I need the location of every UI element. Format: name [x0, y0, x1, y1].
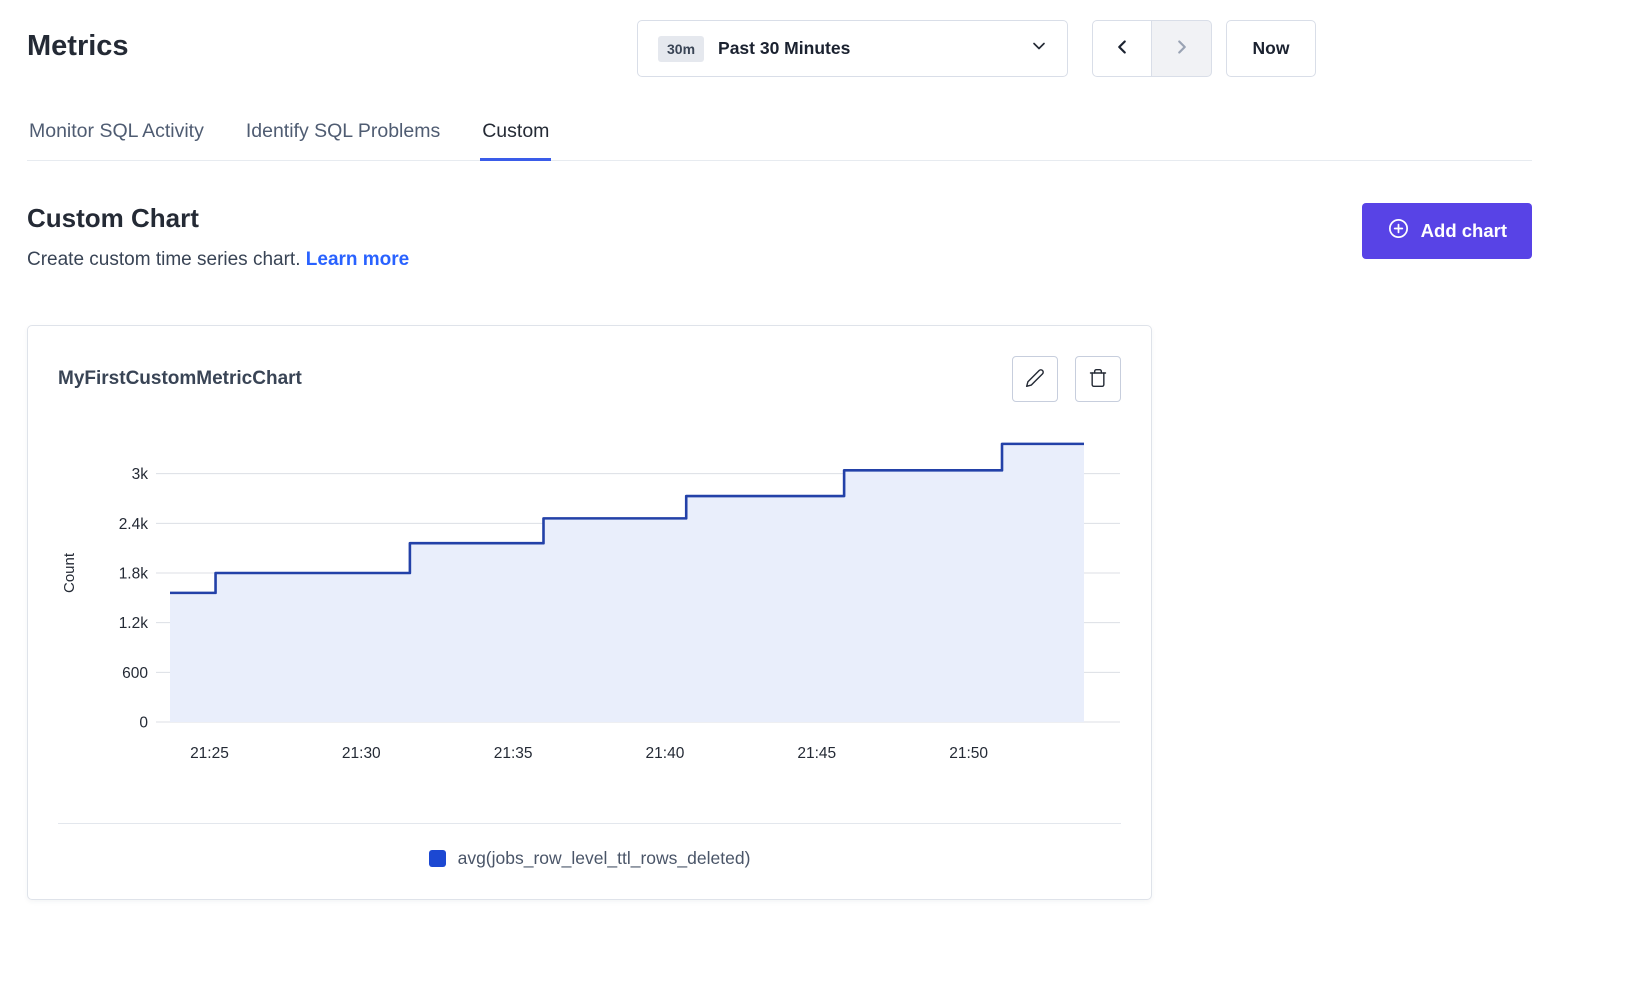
learn-more-link[interactable]: Learn more — [306, 249, 409, 270]
tab-custom[interactable]: Custom — [480, 114, 551, 160]
svg-text:3k: 3k — [132, 466, 149, 483]
delete-chart-button[interactable] — [1075, 356, 1121, 402]
svg-text:2.4k: 2.4k — [119, 516, 149, 533]
metrics-tabs: Monitor SQL Activity Identify SQL Proble… — [27, 114, 1532, 161]
svg-text:21:25: 21:25 — [190, 745, 229, 762]
legend-label: avg(jobs_row_level_ttl_rows_deleted) — [458, 848, 751, 869]
add-chart-button[interactable]: Add chart — [1362, 203, 1532, 259]
svg-text:0: 0 — [139, 715, 148, 732]
metrics-page: Metrics 30m Past 30 Minutes — [27, 0, 1532, 900]
legend-divider — [58, 823, 1121, 824]
svg-text:1.2k: 1.2k — [119, 615, 149, 632]
add-chart-label: Add chart — [1421, 220, 1507, 242]
section-description: Create custom time series chart. Learn m… — [27, 249, 409, 271]
chevron-right-icon — [1171, 36, 1193, 61]
edit-chart-button[interactable] — [1012, 356, 1058, 402]
chart-title: MyFirstCustomMetricChart — [58, 368, 302, 390]
trash-icon — [1088, 368, 1108, 391]
svg-text:21:45: 21:45 — [797, 745, 836, 762]
time-range-label: Past 30 Minutes — [718, 38, 850, 59]
custom-chart-section-header: Custom Chart Create custom time series c… — [27, 203, 1532, 271]
previous-time-range-button[interactable] — [1092, 20, 1152, 77]
time-step-buttons — [1092, 20, 1212, 77]
now-button[interactable]: Now — [1226, 20, 1316, 77]
time-range-dropdown[interactable]: 30m Past 30 Minutes — [637, 20, 1068, 77]
chart-card-header: MyFirstCustomMetricChart — [58, 356, 1121, 402]
pencil-icon — [1025, 368, 1045, 391]
time-range-badge: 30m — [658, 36, 704, 62]
svg-text:1.8k: 1.8k — [119, 566, 149, 583]
svg-text:Count: Count — [61, 552, 78, 593]
chart-card-actions — [1012, 356, 1121, 402]
svg-text:600: 600 — [122, 665, 148, 682]
chart-legend: avg(jobs_row_level_ttl_rows_deleted) — [58, 848, 1121, 869]
section-description-text: Create custom time series chart. — [27, 249, 300, 270]
next-time-range-button[interactable] — [1152, 20, 1212, 77]
svg-text:21:30: 21:30 — [342, 745, 381, 762]
section-title: Custom Chart — [27, 203, 409, 234]
svg-text:21:50: 21:50 — [949, 745, 988, 762]
custom-metric-chart: 0 600 1.2k 1.8k 2.4k 3k 21:25 21:30 21:35 21:40 21… — [58, 416, 1123, 794]
chart-plot-area: 0 600 1.2k 1.8k 2.4k 3k 21:25 21:30 21:35 21:40 21… — [58, 416, 1121, 799]
legend-swatch — [429, 850, 446, 867]
custom-chart-heading-group: Custom Chart Create custom time series c… — [27, 203, 409, 271]
time-controls: 30m Past 30 Minutes Now — [637, 20, 1316, 77]
tab-monitor-sql-activity[interactable]: Monitor SQL Activity — [27, 114, 206, 160]
tab-identify-sql-problems[interactable]: Identify SQL Problems — [244, 114, 442, 160]
page-header: Metrics 30m Past 30 Minutes — [27, 24, 1532, 88]
custom-chart-card: MyFirstCustomMetricChart 0 600 1.2k 1.8k 2.4… — [27, 325, 1152, 900]
chevron-left-icon — [1111, 36, 1133, 61]
svg-text:21:40: 21:40 — [646, 745, 685, 762]
svg-text:21:35: 21:35 — [494, 745, 533, 762]
plus-circle-icon — [1387, 217, 1410, 245]
chevron-down-icon — [1029, 36, 1049, 61]
